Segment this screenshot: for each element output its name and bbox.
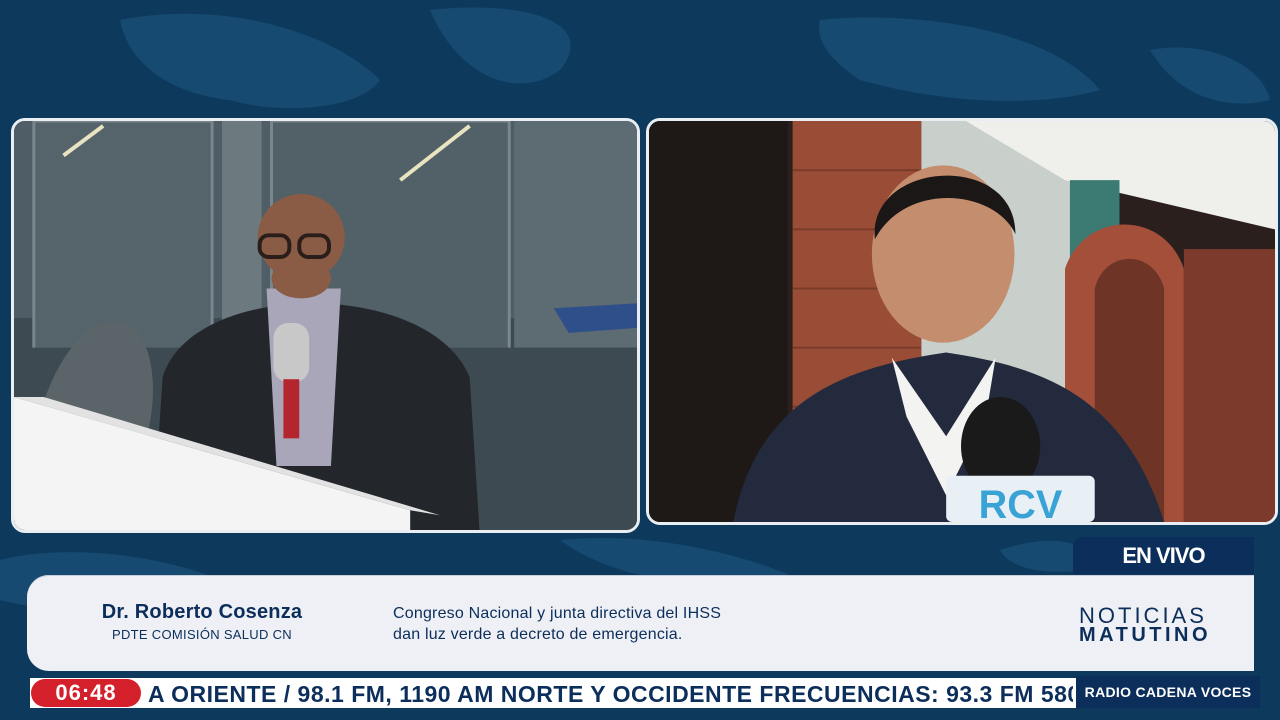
field-scene: RCV: [649, 121, 1275, 522]
field-video-panel: RCV: [646, 118, 1278, 525]
ticker-text: A ORIENTE / 98.1 FM, 1190 AM NORTE Y OCC…: [148, 681, 1073, 707]
station-label: RADIO CADENA VOCES: [1076, 676, 1260, 708]
headline: Congreso Nacional y junta directiva del …: [393, 603, 833, 645]
headline-line-1: Congreso Nacional y junta directiva del …: [393, 605, 722, 622]
lower-third: Dr. Roberto Cosenza PDTE COMISIÓN SALUD …: [27, 575, 1254, 671]
guest-name: Dr. Roberto Cosenza: [101, 601, 303, 623]
studio-scene: [14, 121, 637, 530]
headline-line-2: dan luz verde a decreto de emergencia.: [393, 626, 683, 643]
clock-badge: 06:48: [31, 679, 141, 707]
guest-role: PDTE COMISIÓN SALUD CN: [112, 627, 292, 642]
mic-flag-logo: RCV: [979, 483, 1063, 522]
program-brand-bottom: MATUTINO: [1079, 624, 1212, 646]
studio-video-panel: [11, 118, 640, 533]
live-badge: EN VIVO: [1073, 537, 1254, 574]
